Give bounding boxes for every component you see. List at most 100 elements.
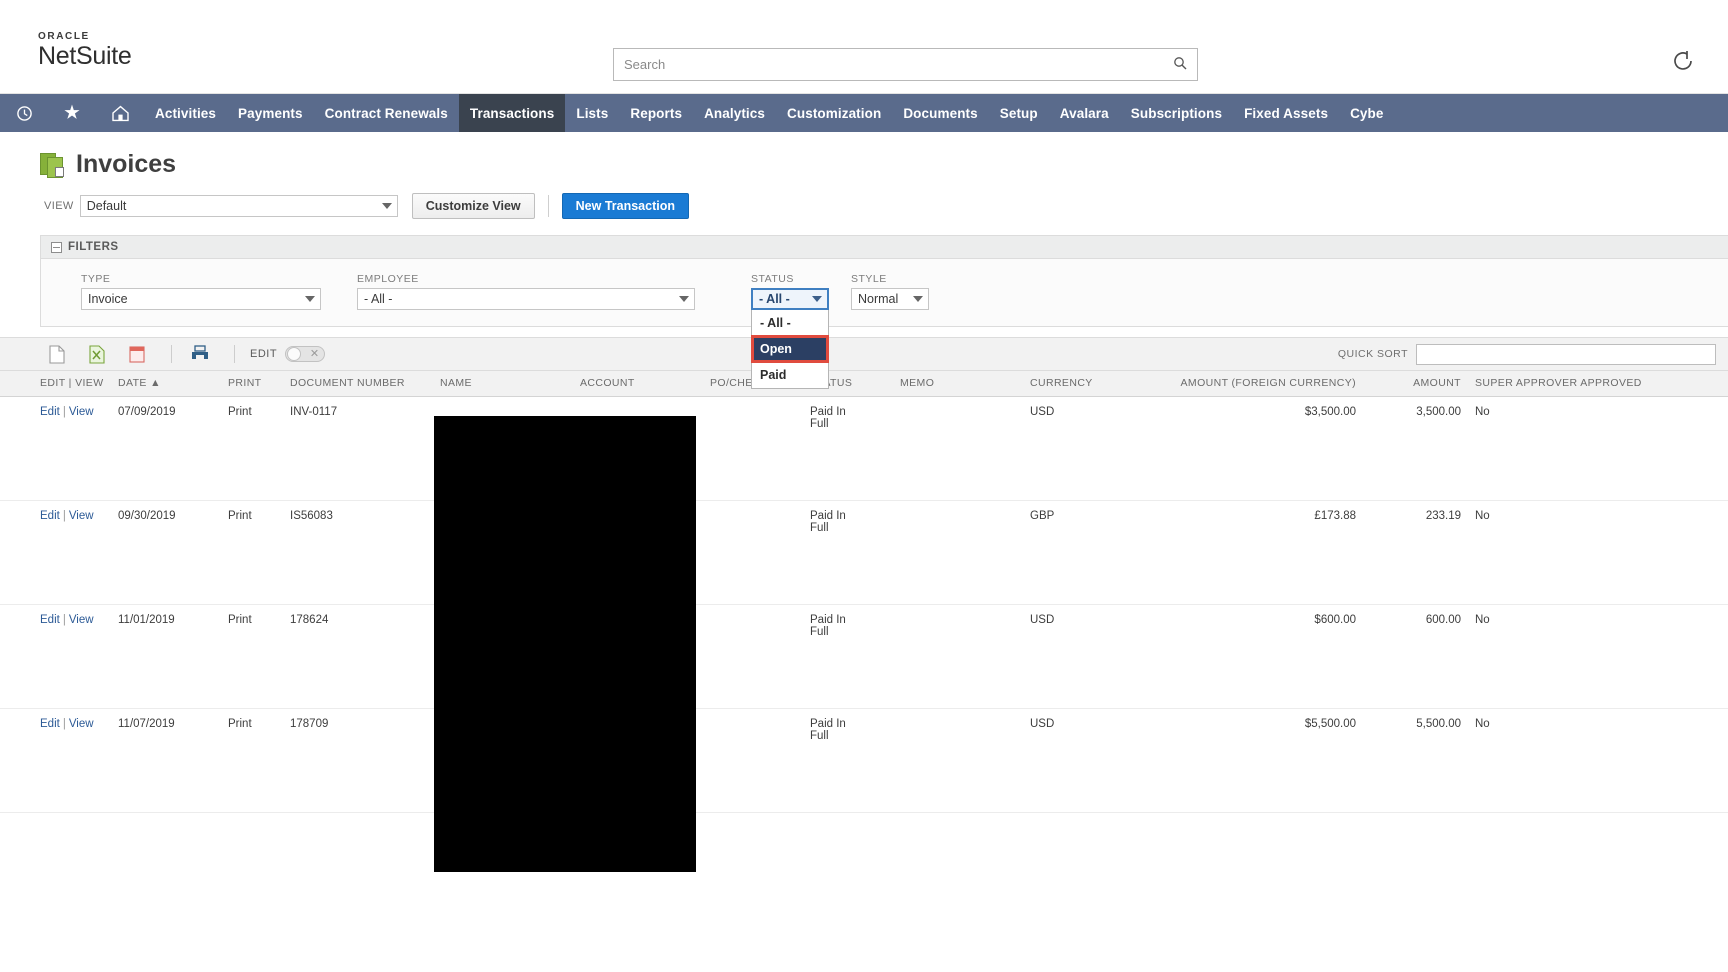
column-header[interactable]: AMOUNT [1370,371,1475,397]
filter-status-select[interactable]: - All - [751,288,829,310]
export-excel-icon[interactable] [80,342,114,366]
nav-item-activities[interactable]: Activities [144,94,227,132]
column-header[interactable]: DATE ▲ [118,371,228,397]
cell-memo [900,708,1030,813]
divider [547,195,549,217]
filter-style-select[interactable]: Normal [851,288,929,310]
filter-employee-label: EMPLOYEE [357,273,419,285]
column-header[interactable]: CURRENCY [1030,371,1180,397]
edit-link[interactable]: Edit [40,614,60,626]
nav-item-setup[interactable]: Setup [989,94,1049,132]
nav-item-fixed-assets[interactable]: Fixed Assets [1233,94,1339,132]
filter-employee-select[interactable]: - All - [357,288,695,310]
column-header[interactable]: MEMO [900,371,1030,397]
home-icon[interactable] [96,94,144,132]
nav-item-lists[interactable]: Lists [565,94,619,132]
view-link[interactable]: View [69,510,94,522]
cell-amount: 3,500.00 [1370,396,1475,501]
edit-mode-toggle[interactable]: ✕ [285,346,326,362]
search-icon[interactable] [1163,56,1197,73]
global-search[interactable] [613,48,1198,81]
recent-records-icon[interactable] [0,94,48,132]
favorites-icon[interactable]: ★ [48,94,96,132]
filter-style-value: Normal [858,292,899,306]
cell-amount-foreign: $3,500.00 [1180,396,1370,501]
nav-item-reports[interactable]: Reports [619,94,693,132]
collapse-icon[interactable] [51,241,62,253]
filter-type-select[interactable]: Invoice [81,288,321,310]
table-row: Edit | View 11/01/2019 Print 178624 Paid In Fu… [0,604,1728,709]
export-csv-icon[interactable] [40,342,74,366]
edit-link[interactable]: Edit [40,510,60,522]
chevron-down-icon [305,296,315,302]
nav-item-documents[interactable]: Documents [892,94,988,132]
column-header[interactable]: EDIT | VIEW [0,371,118,397]
view-label: VIEW [44,200,74,212]
status-option-all[interactable]: - All - [752,310,828,336]
top-bar: ORACLE NetSuite [0,0,1728,94]
cell-currency: USD [1030,708,1180,813]
status-dropdown-list[interactable]: - All - Open Paid [751,310,829,389]
export-pdf-icon[interactable] [120,342,154,366]
nav-item-avalara[interactable]: Avalara [1049,94,1120,132]
nav-item-customization[interactable]: Customization [776,94,892,132]
nav-item-subscriptions[interactable]: Subscriptions [1120,94,1233,132]
cell-document-number: IS56083 [290,500,440,605]
nav-item-transactions[interactable]: Transactions [458,94,566,132]
nav-item-cybe[interactable]: Cybe [1339,94,1394,132]
table-row: Edit | View 07/09/2019 Print INV-0117 Paid In … [0,396,1728,501]
chevron-down-icon [913,296,923,302]
row-actions: Edit | View [0,500,118,605]
nav-item-analytics[interactable]: Analytics [693,94,776,132]
customize-view-button[interactable]: Customize View [411,193,535,219]
filter-status: STATUS - All - - All - Open Paid [751,273,829,389]
nav-item-contract-renewals[interactable]: Contract Renewals [314,94,459,132]
view-link[interactable]: View [69,718,94,730]
view-link[interactable]: View [69,406,94,418]
status-option-open[interactable]: Open [751,335,829,363]
print-link[interactable]: Print [228,604,290,709]
cell-date: 07/09/2019 [118,396,228,501]
nav-item-payments[interactable]: Payments [227,94,314,132]
row-actions: Edit | View [0,396,118,501]
filter-status-label: STATUS [751,273,794,285]
cell-super-approver-approved: No [1475,500,1728,605]
search-input[interactable] [614,49,1163,80]
status-option-paid[interactable]: Paid [752,362,828,388]
filters-header[interactable]: FILTERS [41,236,1728,259]
column-header[interactable]: PRINT [228,371,290,397]
column-header[interactable]: ACCOUNT [580,371,710,397]
view-select-value: Default [86,199,127,213]
chevron-down-icon [381,203,392,209]
filter-type-label: TYPE [81,273,111,285]
column-header[interactable]: DOCUMENT NUMBER [290,371,440,397]
filter-employee-value: - All - [364,292,393,306]
print-link[interactable]: Print [228,500,290,605]
print-link[interactable]: Print [228,396,290,501]
cell-document-number: 178709 [290,708,440,813]
divider: | [62,510,66,522]
edit-link[interactable]: Edit [40,406,60,418]
new-transaction-button[interactable]: New Transaction [561,193,689,219]
view-link[interactable]: View [69,614,94,626]
view-select[interactable]: Default [79,195,398,217]
quick-sort: QUICK SORT [1338,343,1716,365]
column-header[interactable]: NAME [440,371,580,397]
invoices-table: EDIT | VIEW DATE ▲ PRINT DOCUMENT NUMBER NAM… [0,371,1728,813]
main-navigation: ★ Activities Payments Contract Renewals Tra… [0,94,1728,132]
cell-memo [900,500,1030,605]
cell-document-number: INV-0117 [290,396,440,501]
print-link[interactable]: Print [228,708,290,813]
row-actions: Edit | View [0,604,118,709]
oracle-wordmark: ORACLE [38,31,90,42]
print-icon[interactable] [183,342,217,366]
cell-super-approver-approved: No [1475,708,1728,813]
edit-link[interactable]: Edit [40,718,60,730]
cell-super-approver-approved: No [1475,604,1728,709]
column-header[interactable]: AMOUNT (FOREIGN CURRENCY) [1180,371,1370,397]
filters-header-label: FILTERS [68,241,119,253]
filter-style-label: STYLE [851,273,887,285]
quick-sort-input[interactable] [1416,343,1716,365]
column-header[interactable]: SUPER APPROVER APPROVED [1475,371,1728,397]
logout-icon[interactable] [1674,50,1694,78]
